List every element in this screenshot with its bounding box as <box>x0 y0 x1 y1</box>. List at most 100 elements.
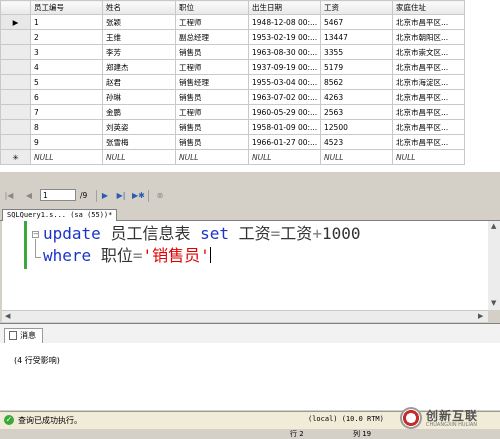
first-record-icon[interactable]: |◀ <box>4 190 14 202</box>
cell-address[interactable]: 北京市昌平区... <box>392 119 465 135</box>
cell-name[interactable]: 张颖 <box>102 14 176 30</box>
row-header[interactable] <box>0 29 31 45</box>
cell-salary[interactable]: 2563 <box>320 104 393 120</box>
cell-birthdate[interactable]: 1966-01-27 00:... <box>248 134 321 150</box>
current-row-indicator[interactable]: ▶ <box>0 14 31 30</box>
cell-name[interactable]: 郑建杰 <box>102 59 176 75</box>
cell-birthdate[interactable]: 1960-05-29 00:... <box>248 104 321 120</box>
cell-address[interactable]: 北京市崇文区... <box>392 44 465 60</box>
cell-salary[interactable]: 5179 <box>320 59 393 75</box>
cell-emp-id[interactable]: 1 <box>30 14 103 30</box>
column-header-salary[interactable]: 工资 <box>320 0 393 15</box>
cell-null[interactable]: NULL <box>102 149 176 165</box>
cell-null[interactable]: NULL <box>248 149 321 165</box>
cell-salary[interactable]: 3355 <box>320 44 393 60</box>
table-row[interactable]: 4 郑建杰 工程师 1937-09-19 00:... 5179 北京市昌平区... <box>0 59 465 75</box>
table-row[interactable]: 5 赵君 销售经理 1955-03-04 00:... 8562 北京市海淀区... <box>0 74 465 90</box>
cell-address[interactable]: 北京市海淀区... <box>392 74 465 90</box>
cell-name[interactable]: 孙琳 <box>102 89 176 105</box>
cell-name[interactable]: 金鹏 <box>102 104 176 120</box>
row-header[interactable] <box>0 119 31 135</box>
table-row[interactable]: 2 王维 副总经理 1953-02-19 00:... 13447 北京市朝阳区... <box>0 29 465 45</box>
cell-position[interactable]: 销售员 <box>175 89 249 105</box>
new-row[interactable]: ✳ NULL NULL NULL NULL NULL NULL <box>0 149 465 165</box>
cell-emp-id[interactable]: 8 <box>30 119 103 135</box>
cell-address[interactable]: 北京市昌平区... <box>392 134 465 150</box>
cell-birthdate[interactable]: 1953-02-19 00:... <box>248 29 321 45</box>
scroll-right-icon[interactable]: ▶ <box>478 312 483 320</box>
tab-messages[interactable]: 消息 <box>4 328 43 343</box>
cell-emp-id[interactable]: 3 <box>30 44 103 60</box>
cell-null[interactable]: NULL <box>392 149 465 165</box>
sql-editor[interactable]: − update 员工信息表 set 工资=工资+1000 where 职位='… <box>2 221 488 310</box>
cell-salary[interactable]: 4523 <box>320 134 393 150</box>
cell-null[interactable]: NULL <box>30 149 103 165</box>
cell-name[interactable]: 王维 <box>102 29 176 45</box>
cell-address[interactable]: 北京市昌平区... <box>392 89 465 105</box>
cell-position[interactable]: 工程师 <box>175 14 249 30</box>
cell-position[interactable]: 销售员 <box>175 134 249 150</box>
editor-vertical-scrollbar[interactable]: ▲ ▼ <box>488 221 500 310</box>
row-header[interactable] <box>0 74 31 90</box>
collapse-icon[interactable]: − <box>32 231 39 238</box>
cell-emp-id[interactable]: 6 <box>30 89 103 105</box>
cell-address[interactable]: 北京市昌平区... <box>392 14 465 30</box>
cell-null[interactable]: NULL <box>175 149 249 165</box>
cell-position[interactable]: 工程师 <box>175 59 249 75</box>
cell-emp-id[interactable]: 9 <box>30 134 103 150</box>
cell-position[interactable]: 副总经理 <box>175 29 249 45</box>
table-row[interactable]: 3 李芳 销售员 1963-08-30 00:... 3355 北京市崇文区... <box>0 44 465 60</box>
column-header-position[interactable]: 职位 <box>175 0 249 15</box>
cell-emp-id[interactable]: 4 <box>30 59 103 75</box>
last-record-icon[interactable]: ▶| <box>116 190 126 202</box>
cell-birthdate[interactable]: 1963-07-02 00:... <box>248 89 321 105</box>
cell-address[interactable]: 北京市朝阳区... <box>392 29 465 45</box>
tab-sqlquery1[interactable]: SQLQuery1.s... (sa (55))* <box>2 209 118 221</box>
table-row[interactable]: 6 孙琳 销售员 1963-07-02 00:... 4263 北京市昌平区... <box>0 89 465 105</box>
table-row[interactable]: 9 张雪梅 销售员 1966-01-27 00:... 4523 北京市昌平区... <box>0 134 465 150</box>
cell-emp-id[interactable]: 5 <box>30 74 103 90</box>
cell-birthdate[interactable]: 1937-09-19 00:... <box>248 59 321 75</box>
record-position-input[interactable]: 1 <box>40 189 76 201</box>
row-header[interactable] <box>0 104 31 120</box>
editor-horizontal-scrollbar[interactable]: ◀ ▶ <box>2 310 488 322</box>
cell-name[interactable]: 刘英姿 <box>102 119 176 135</box>
new-record-icon[interactable]: ▶✱ <box>132 190 145 202</box>
cell-birthdate[interactable]: 1955-03-04 00:... <box>248 74 321 90</box>
grid-corner[interactable] <box>0 0 31 15</box>
cell-address[interactable]: 北京市昌平区... <box>392 59 465 75</box>
cell-salary[interactable]: 12500 <box>320 119 393 135</box>
cell-salary[interactable]: 5467 <box>320 14 393 30</box>
cell-position[interactable]: 销售员 <box>175 119 249 135</box>
next-record-icon[interactable]: ▶ <box>100 190 110 202</box>
scroll-up-icon[interactable]: ▲ <box>491 222 496 230</box>
stop-icon[interactable]: ⊗ <box>154 190 166 202</box>
cell-name[interactable]: 张雪梅 <box>102 134 176 150</box>
row-header[interactable] <box>0 44 31 60</box>
cell-salary[interactable]: 4263 <box>320 89 393 105</box>
cell-salary[interactable]: 13447 <box>320 29 393 45</box>
row-header[interactable] <box>0 134 31 150</box>
column-header-emp-id[interactable]: 员工编号 <box>30 0 103 15</box>
cell-name[interactable]: 李芳 <box>102 44 176 60</box>
column-header-birthdate[interactable]: 出生日期 <box>248 0 321 15</box>
cell-emp-id[interactable]: 2 <box>30 29 103 45</box>
table-row[interactable]: 8 刘英姿 销售员 1958-01-09 00:... 12500 北京市昌平区... <box>0 119 465 135</box>
cell-position[interactable]: 工程师 <box>175 104 249 120</box>
cell-null[interactable]: NULL <box>320 149 393 165</box>
previous-record-icon[interactable]: ◀ <box>24 190 34 202</box>
scroll-left-icon[interactable]: ◀ <box>5 312 10 320</box>
cell-position[interactable]: 销售员 <box>175 44 249 60</box>
scroll-down-icon[interactable]: ▼ <box>491 299 496 307</box>
table-row[interactable]: 7 金鹏 工程师 1960-05-29 00:... 2563 北京市昌平区... <box>0 104 465 120</box>
cell-position[interactable]: 销售经理 <box>175 74 249 90</box>
cell-name[interactable]: 赵君 <box>102 74 176 90</box>
table-row[interactable]: ▶ 1 张颖 工程师 1948-12-08 00:... 5467 北京市昌平区... <box>0 14 465 30</box>
column-header-address[interactable]: 家庭住址 <box>392 0 465 15</box>
cell-birthdate[interactable]: 1958-01-09 00:... <box>248 119 321 135</box>
cell-birthdate[interactable]: 1948-12-08 00:... <box>248 14 321 30</box>
cell-birthdate[interactable]: 1963-08-30 00:... <box>248 44 321 60</box>
results-grid[interactable]: 员工编号 姓名 职位 出生日期 工资 家庭住址 ▶ 1 张颖 工程师 1948-12-0… <box>0 0 500 172</box>
row-header[interactable] <box>0 89 31 105</box>
column-header-name[interactable]: 姓名 <box>102 0 176 15</box>
